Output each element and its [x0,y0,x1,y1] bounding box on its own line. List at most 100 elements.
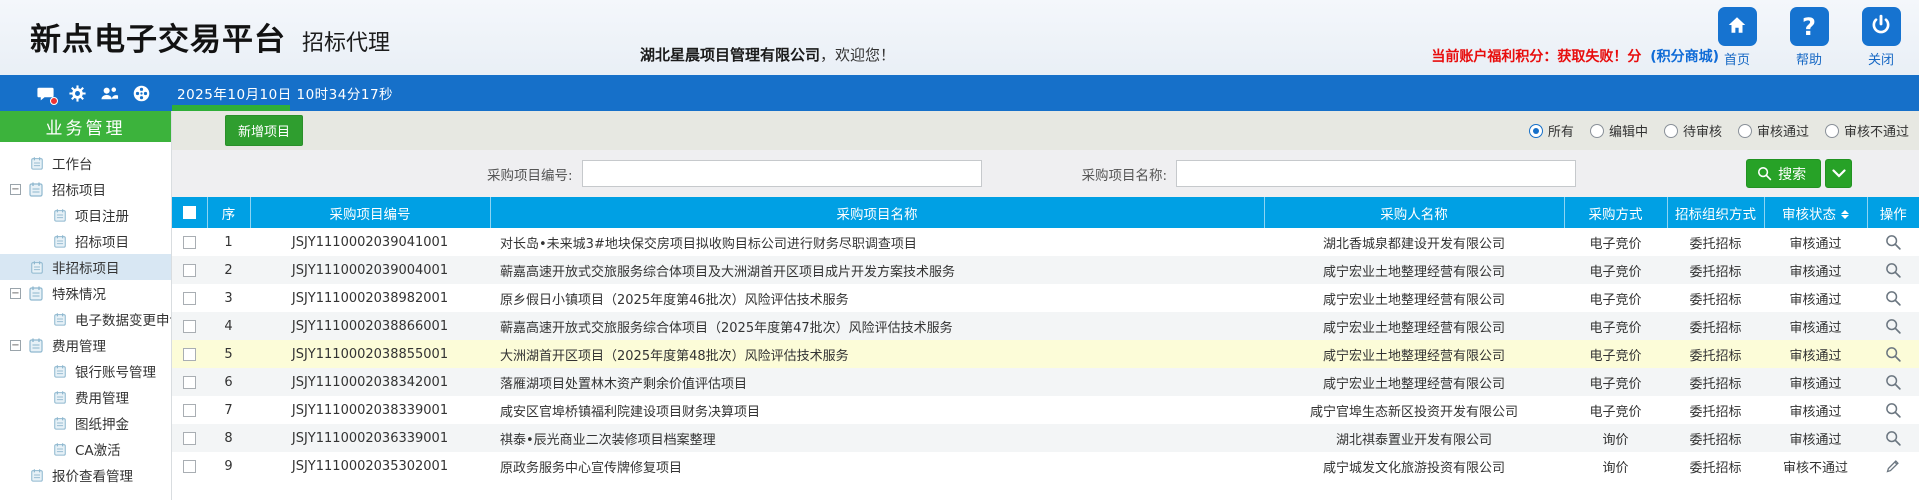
row-checkbox[interactable] [183,376,196,389]
sidebar-item[interactable]: 报价查看管理 [0,462,171,488]
sidebar-item[interactable]: −特殊情况 [0,280,171,306]
cell-status: 审核通过 [1764,424,1867,452]
row-checkbox[interactable] [183,432,196,445]
sidebar-item[interactable]: 工作台 [0,150,171,176]
cell-purchaser: 咸宁宏业土地整理经营有限公司 [1264,284,1564,312]
cell-org: 委托招标 [1667,452,1764,480]
sidebar-item[interactable]: 项目注册 [0,202,171,228]
view-search-icon[interactable] [1885,290,1902,307]
status-filter-radio[interactable]: 审核通过 [1738,121,1809,140]
status-filter-radio[interactable]: 编辑中 [1590,121,1648,140]
status-filter-label: 审核通过 [1757,121,1809,140]
search-icon [1757,166,1772,181]
view-search-icon[interactable] [1885,234,1902,251]
row-checkbox[interactable] [183,320,196,333]
sidebar-item-label: 工作台 [52,153,93,173]
cell-code: JSJY1110002039041001 [250,228,490,256]
collapse-icon[interactable]: − [10,340,21,351]
cell-purchaser: 湖北祺泰置业开发有限公司 [1264,424,1564,452]
table-row[interactable]: 3JSJY1110002038982001原乡假日小镇项目（2025年度第46批… [172,284,1919,312]
radio-icon [1664,124,1678,138]
current-datetime: 2025年10月10日 10时34分17秒 [177,83,393,103]
cell-status: 审核不通过 [1764,452,1867,480]
status-filter-group: 所有编辑中待审核 审核通过审核不通过 [1529,111,1909,150]
search-button-label: 搜索 [1778,164,1806,184]
collapse-icon[interactable]: − [10,184,21,195]
project-code-input[interactable] [582,160,982,187]
view-search-icon[interactable] [1885,346,1902,363]
view-search-icon[interactable] [1885,262,1902,279]
table-row[interactable]: 5JSJY1110002038855001大洲湖首开区项目（2025年度第48批… [172,340,1919,368]
table-row[interactable]: 8JSJY1110002036339001祺泰•辰光商业二次装修项目档案整理湖北… [172,424,1919,452]
cell-seq: 4 [207,312,250,340]
folder-icon [28,337,44,353]
home-button[interactable]: 首页 [1713,7,1761,68]
cell-name: 蕲嘉高速开放式交旅服务综合体项目（2025年度第47批次）风险评估技术服务 [490,312,1264,340]
sidebar-item-label: 招标项目 [52,179,106,199]
sidebar-item[interactable]: − 招标项目 [0,176,171,202]
add-project-button[interactable]: 新增项目 [225,115,303,146]
cell-seq: 3 [207,284,250,312]
sidebar-item[interactable]: CA激活 [0,436,171,462]
select-all-checkbox[interactable] [183,206,196,219]
cell-code: JSJY1110002039004001 [250,256,490,284]
message-icon[interactable] [36,84,55,103]
cell-seq: 1 [207,228,250,256]
cell-seq: 8 [207,424,250,452]
row-checkbox[interactable] [183,292,196,305]
select-all-cell [172,197,207,228]
row-checkbox[interactable] [183,264,196,277]
cell-name: 咸安区官埠桥镇福利院建设项目财务决算项目 [490,396,1264,424]
points-mall-link[interactable]: (积分商城) [1650,49,1719,65]
row-checkbox-cell [172,228,207,256]
sidebar-item[interactable]: 费用管理 [0,384,171,410]
sidebar-item[interactable]: −费用管理 [0,332,171,358]
collapse-icon[interactable]: − [10,288,21,299]
cell-code: JSJY1110002036339001 [250,424,490,452]
cell-seq: 7 [207,396,250,424]
search-button[interactable]: 搜索 [1746,159,1821,188]
sidebar-item[interactable]: 电子数据变更申请 [0,306,171,332]
table-row[interactable]: 4JSJY1110002038866001蕲嘉高速开放式交旅服务综合体项目（20… [172,312,1919,340]
row-checkbox[interactable] [183,460,196,473]
sidebar-item[interactable]: 非招标项目 [0,254,171,280]
col-status[interactable]: 审核状态 [1764,197,1867,228]
sidebar-item-label: 非招标项目 [52,257,120,277]
more-search-options-button[interactable] [1825,159,1852,188]
table-row[interactable]: 7JSJY1110002038339001咸安区官埠桥镇福利院建设项目财务决算项… [172,396,1919,424]
cell-op [1867,452,1919,480]
row-checkbox[interactable] [183,348,196,361]
view-search-icon[interactable] [1885,318,1902,335]
view-search-icon[interactable] [1885,374,1902,391]
table-row[interactable]: 1JSJY1110002039041001对长岛•未来城3#地块保交房项目拟收购… [172,228,1919,256]
table-row[interactable]: 2JSJY1110002039004001蕲嘉高速开放式交旅服务综合体项目及大洲… [172,256,1919,284]
platform-icon[interactable] [132,84,151,103]
cell-method: 电子竞价 [1564,340,1667,368]
sidebar-item[interactable]: 图纸押金 [0,410,171,436]
project-code-label: 采购项目编号: [487,164,573,184]
contacts-icon[interactable] [100,84,119,103]
home-button-label: 首页 [1713,49,1761,68]
sidebar-item[interactable]: 银行账号管理 [0,358,171,384]
help-button[interactable]: ? 帮助 [1785,7,1833,68]
table-row[interactable]: 6JSJY1110002038342001落雁湖项目处置林木资产剩余价值评估项目… [172,368,1919,396]
sidebar-item-label: 项目注册 [75,205,129,225]
cell-seq: 2 [207,256,250,284]
settings-gear-icon[interactable] [68,84,87,103]
row-checkbox[interactable] [183,236,196,249]
folder-icon [28,285,44,301]
status-filter-radio[interactable]: 审核不通过 [1825,121,1909,140]
cell-method: 电子竞价 [1564,256,1667,284]
close-button[interactable]: 关闭 [1857,7,1905,68]
status-filter-radio[interactable]: 所有 [1529,121,1574,140]
status-filter-radio[interactable]: 待审核 [1664,121,1722,140]
project-name-input[interactable] [1176,160,1576,187]
view-search-icon[interactable] [1885,402,1902,419]
table-row[interactable]: 9JSJY1110002035302001原政务服务中心宣传牌修复项目咸宁城发文… [172,452,1919,480]
sidebar-item[interactable]: 招标项目 [0,228,171,254]
edit-icon[interactable] [1885,458,1901,474]
row-checkbox[interactable] [183,404,196,417]
cell-org: 委托招标 [1667,368,1764,396]
col-method: 采购方式 [1564,197,1667,228]
view-search-icon[interactable] [1885,430,1902,447]
